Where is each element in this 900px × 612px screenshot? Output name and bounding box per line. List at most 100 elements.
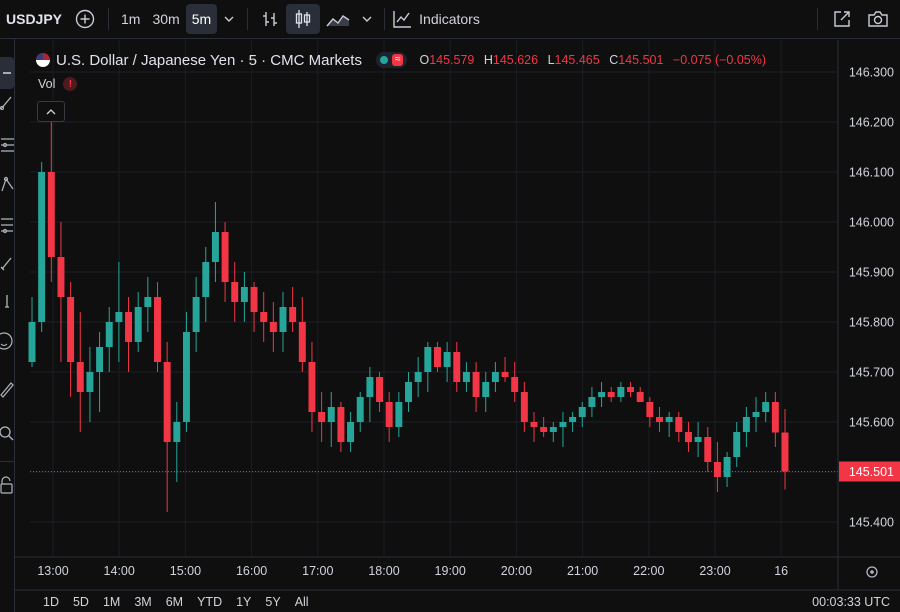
- range-1y-button[interactable]: 1Y: [236, 595, 251, 609]
- cursor-tool-icon[interactable]: [0, 57, 14, 89]
- candle: [675, 412, 683, 442]
- area-style-icon[interactable]: [320, 4, 356, 34]
- range-5d-button[interactable]: 5D: [73, 595, 89, 609]
- candle-body: [569, 417, 577, 422]
- candle-body: [125, 312, 133, 342]
- candle-body: [559, 422, 567, 427]
- chevron-down-icon[interactable]: [217, 4, 241, 34]
- candle-body: [173, 422, 181, 442]
- x-tick-label: 17:00: [302, 564, 333, 578]
- chevron-up-icon: [46, 108, 56, 114]
- brush-tool-icon[interactable]: [0, 253, 14, 273]
- symbol-name[interactable]: USDJPY: [6, 11, 68, 27]
- candle: [356, 392, 364, 432]
- candle: [617, 382, 625, 402]
- candle: [472, 362, 480, 412]
- volume-label[interactable]: Vol: [38, 77, 55, 91]
- time-axis[interactable]: 13:00 14:00 15:00 16:00 17:00 18:00 19:00 20:00…: [15, 556, 900, 591]
- candle: [762, 392, 770, 422]
- range-ytd-button[interactable]: YTD: [197, 595, 222, 609]
- ohlc-values: O145.579 H145.626 L145.465 C145.501 −0.0…: [419, 53, 766, 67]
- interval-30m-button[interactable]: 30m: [146, 4, 185, 34]
- candle: [414, 357, 422, 397]
- ruler-tool-icon[interactable]: [0, 379, 14, 399]
- delayed-data-icon: ≈: [391, 54, 404, 66]
- candle: [462, 362, 470, 392]
- price-axis[interactable]: 146.300 146.200 146.100 146.000 145.900 145.8…: [837, 40, 894, 590]
- candle-body: [549, 427, 557, 432]
- candle: [559, 412, 567, 447]
- candle: [182, 312, 190, 432]
- pattern-tool-icon[interactable]: [0, 175, 14, 195]
- chevron-down-icon[interactable]: [356, 4, 378, 34]
- candle: [771, 392, 779, 447]
- emoji-tool-icon[interactable]: [0, 331, 14, 351]
- add-symbol-icon[interactable]: [68, 4, 102, 34]
- projection-tool-icon[interactable]: [0, 215, 14, 235]
- candle: [202, 247, 210, 322]
- candle: [347, 412, 355, 452]
- text-tool-icon[interactable]: [0, 291, 14, 311]
- candle-body: [298, 322, 306, 362]
- x-tick-label: 22:00: [633, 564, 664, 578]
- trend-line-icon[interactable]: [0, 93, 14, 113]
- range-3m-button[interactable]: 3M: [134, 595, 151, 609]
- indicators-button[interactable]: Indicators: [419, 11, 480, 27]
- utc-clock[interactable]: 00:03:33 UTC: [812, 592, 890, 612]
- candle: [86, 347, 94, 422]
- interval-5m-button[interactable]: 5m: [185, 4, 218, 34]
- candle-body: [347, 422, 355, 442]
- candle-body: [356, 397, 364, 422]
- candle: [376, 372, 384, 412]
- candle: [221, 222, 229, 302]
- range-6m-button[interactable]: 6M: [166, 595, 183, 609]
- candle-style-icon[interactable]: [286, 4, 321, 34]
- candle-body: [482, 382, 490, 397]
- candle-body: [192, 297, 200, 332]
- axis-settings-icon[interactable]: [866, 566, 878, 578]
- collapse-legend-button[interactable]: [37, 101, 65, 122]
- bar-style-icon[interactable]: [254, 4, 286, 34]
- camera-icon[interactable]: [860, 4, 896, 34]
- candle: [105, 307, 113, 372]
- candle-body: [617, 387, 625, 397]
- range-5y-button[interactable]: 5Y: [265, 595, 280, 609]
- candle: [240, 272, 248, 322]
- y-tick-label: 146.100: [849, 166, 894, 180]
- candle: [578, 402, 586, 427]
- candle-body: [636, 392, 644, 402]
- fib-tool-icon[interactable]: [0, 135, 14, 155]
- candle: [636, 387, 644, 402]
- price-chart[interactable]: 146.300 146.200 146.100 146.000 145.900 145.8…: [0, 0, 900, 612]
- candle: [76, 312, 84, 432]
- candle-body: [366, 377, 374, 397]
- indicators-icon[interactable]: [391, 4, 413, 34]
- candle-body: [47, 172, 55, 257]
- candles: [28, 107, 789, 512]
- interval-1m-button[interactable]: 1m: [115, 4, 146, 34]
- toolbar-divider: [817, 8, 818, 30]
- zoom-tool-icon[interactable]: [0, 423, 14, 443]
- candle-body: [501, 372, 509, 377]
- candle: [723, 452, 731, 487]
- candle-body: [115, 312, 123, 322]
- lock-tool-icon[interactable]: [0, 475, 14, 495]
- market-status[interactable]: ≈: [375, 52, 408, 68]
- candle: [424, 342, 432, 392]
- candle: [134, 292, 142, 352]
- warning-icon[interactable]: !: [63, 77, 78, 91]
- candle-body: [656, 417, 663, 422]
- candle-body: [462, 372, 470, 382]
- range-1d-button[interactable]: 1D: [43, 595, 59, 609]
- candle: [627, 382, 635, 397]
- candle-body: [752, 412, 760, 417]
- candle: [569, 412, 577, 432]
- candle: [327, 392, 335, 447]
- candle-body: [424, 347, 432, 372]
- range-all-button[interactable]: All: [295, 595, 309, 609]
- candle-body: [762, 402, 770, 412]
- range-1m-button[interactable]: 1M: [103, 595, 120, 609]
- fullscreen-icon[interactable]: [824, 4, 860, 34]
- candle-body: [38, 172, 46, 322]
- instrument-title[interactable]: U.S. Dollar / Japanese Yen · 5 · CMC Mar…: [56, 52, 362, 69]
